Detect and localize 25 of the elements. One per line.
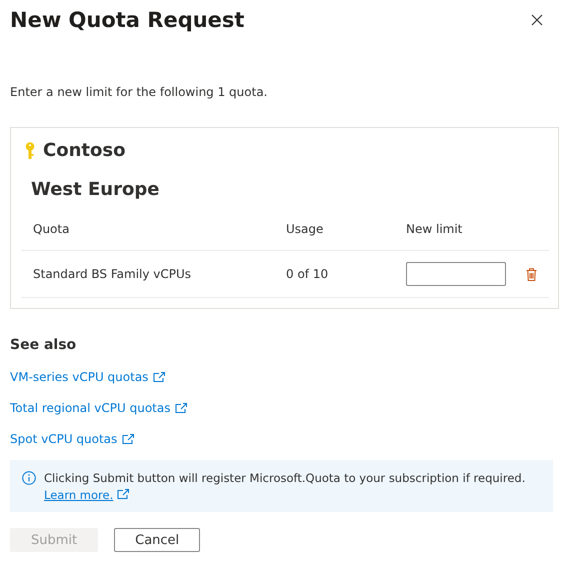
external-link-icon — [153, 372, 166, 382]
card-title: Contoso — [43, 140, 126, 161]
column-header: Usage — [274, 222, 394, 251]
trash-icon[interactable] — [526, 268, 537, 280]
dialog-title: New Quota Request — [10, 8, 244, 32]
learn-more-link[interactable]: Learn more. — [44, 488, 114, 502]
see-also-heading: See also — [10, 337, 78, 353]
close-icon[interactable] — [531, 14, 543, 26]
info-text: Clicking Submit button will register Microsoft.Quota to your subscription if required. Learn more. — [44, 470, 526, 504]
external-link-icon — [116, 489, 129, 499]
table-cell: 0 of 10 — [286, 267, 328, 281]
new-limit-input[interactable] — [406, 262, 506, 286]
doc-link[interactable]: VM-series vCPU quotas — [10, 370, 166, 384]
key-icon — [25, 142, 35, 160]
column-header: Quota — [21, 222, 274, 251]
external-link-icon — [175, 403, 188, 413]
cancel-button[interactable]: Cancel — [114, 528, 200, 552]
intro-text: Enter a new limit for the following 1 quota. — [10, 85, 268, 99]
region-heading: West Europe — [31, 179, 160, 200]
doc-link[interactable]: Total regional vCPU quotas — [10, 401, 188, 415]
info-icon — [22, 471, 36, 485]
column-header: New limit — [394, 222, 514, 251]
external-link-icon — [122, 434, 134, 444]
table-cell: Standard BS Family vCPUs — [33, 267, 192, 281]
doc-link[interactable]: Spot vCPU quotas — [10, 432, 134, 446]
